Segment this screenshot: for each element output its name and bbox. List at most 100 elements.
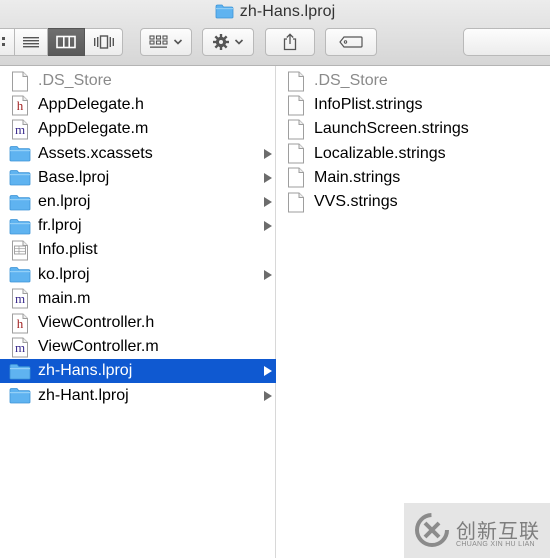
chevron-down-icon [173, 39, 183, 45]
column-view-icon [56, 35, 76, 49]
folder-row[interactable]: zh-Hans.lproj [0, 359, 276, 384]
svg-text:h: h [17, 316, 24, 331]
cover-flow-icon [93, 35, 114, 49]
file-row[interactable]: Info.plist [0, 238, 276, 262]
folder-row[interactable]: fr.lproj [0, 214, 276, 238]
plist-file-icon [8, 240, 32, 261]
file-row[interactable]: .DS_Store [0, 69, 276, 93]
watermark-subtext: CHUANG XIN HU LIAN [456, 541, 535, 548]
file-row[interactable]: LaunchScreen.strings [276, 117, 550, 141]
document-icon [284, 95, 308, 116]
disclosure-arrow-icon [264, 221, 272, 232]
folder-icon [8, 386, 32, 406]
folder-row[interactable]: Assets.xcassets [0, 142, 276, 166]
item-name: en.lproj [38, 193, 91, 210]
svg-text:m: m [15, 122, 25, 137]
source-file-icon: m [8, 288, 32, 309]
header-file-icon: h [8, 313, 32, 333]
file-row[interactable]: Main.strings [276, 166, 550, 190]
document-icon [8, 71, 32, 91]
folder-row[interactable]: en.lproj [0, 190, 276, 214]
folder-icon [215, 4, 234, 18]
folder-icon [8, 144, 32, 164]
cover-flow-view-button[interactable] [85, 28, 123, 56]
folder-icon [8, 192, 32, 212]
list-view-icon [23, 37, 39, 48]
item-name: ViewController.h [38, 314, 155, 331]
item-name: zh-Hans.lproj [38, 362, 133, 380]
share-icon [283, 33, 297, 51]
folder-icon [8, 216, 32, 236]
window-title: zh-Hans.lproj [239, 3, 336, 20]
watermark: 创新互联 CHUANG XIN HU LIAN [404, 503, 550, 558]
source-file-icon: m [8, 119, 32, 140]
disclosure-arrow-icon [264, 172, 272, 183]
share-button[interactable] [265, 28, 315, 56]
document-icon [284, 143, 308, 164]
list-view-button[interactable] [15, 28, 48, 56]
svg-text:h: h [17, 98, 24, 113]
grid-arrange-icon [149, 35, 168, 48]
file-row[interactable]: h ViewController.h [0, 311, 276, 335]
disclosure-arrow-icon [264, 148, 272, 159]
action-button[interactable] [202, 28, 254, 56]
item-name: InfoPlist.strings [314, 96, 423, 114]
item-name: Assets.xcassets [38, 144, 153, 162]
icon-view-icon [1, 37, 5, 46]
folder-row[interactable]: ko.lproj [0, 263, 276, 287]
folder-icon [8, 168, 32, 188]
document-icon [284, 119, 308, 140]
file-row[interactable]: m AppDelegate.m [0, 117, 276, 141]
item-name: VVS.strings [314, 193, 398, 210]
file-row[interactable]: Localizable.strings [276, 142, 550, 166]
watermark-logo-icon [415, 513, 449, 547]
watermark-text: 创新互联 [456, 521, 540, 543]
document-icon [284, 192, 308, 212]
file-column-1[interactable]: .DS_Storeh AppDelegate.h m AppDelegate.m Ass… [0, 66, 276, 558]
folder-row[interactable]: zh-Hant.lproj [0, 384, 276, 408]
item-name: main.m [38, 289, 91, 307]
item-name: Localizable.strings [314, 144, 446, 162]
file-row[interactable]: InfoPlist.strings [276, 93, 550, 117]
document-icon [284, 167, 308, 188]
item-name: ko.lproj [38, 265, 90, 283]
document-icon [284, 71, 308, 91]
tag-button[interactable] [325, 28, 377, 56]
tag-icon [339, 36, 363, 48]
file-column-2[interactable]: .DS_Store InfoPlist.strings LaunchScreen.s… [276, 66, 550, 558]
item-name: AppDelegate.m [38, 120, 149, 138]
window-titlebar: zh-Hans.lproj [0, 0, 550, 66]
disclosure-arrow-icon [264, 269, 272, 280]
disclosure-arrow-icon [264, 366, 272, 377]
disclosure-arrow-icon [264, 390, 272, 401]
file-row[interactable]: m main.m [0, 287, 276, 311]
search-field[interactable] [463, 28, 550, 56]
item-name: Base.lproj [38, 168, 110, 186]
source-file-icon: m [8, 337, 32, 358]
window-title-group: zh-Hans.lproj [0, 0, 550, 24]
item-name: Main.strings [314, 168, 401, 186]
svg-text:m: m [15, 291, 25, 306]
item-name: Info.plist [38, 241, 98, 259]
file-row[interactable]: VVS.strings [276, 190, 550, 214]
item-name: zh-Hant.lproj [38, 386, 129, 404]
file-row[interactable]: h AppDelegate.h [0, 93, 276, 117]
item-name: fr.lproj [38, 217, 82, 235]
disclosure-arrow-icon [264, 197, 272, 207]
file-row[interactable]: .DS_Store [276, 69, 550, 93]
item-name: .DS_Store [38, 72, 112, 89]
header-file-icon: h [8, 95, 32, 116]
item-name: AppDelegate.h [38, 96, 144, 114]
folder-icon [8, 361, 32, 381]
item-name: .DS_Store [314, 72, 388, 89]
gear-icon [213, 34, 229, 50]
svg-text:m: m [15, 340, 25, 355]
folder-row[interactable]: Base.lproj [0, 166, 276, 190]
item-name: ViewController.m [38, 338, 159, 356]
file-row[interactable]: m ViewController.m [0, 335, 276, 359]
item-name: LaunchScreen.strings [314, 120, 469, 138]
folder-icon [8, 265, 32, 285]
column-view-button[interactable] [48, 28, 85, 56]
icon-view-button[interactable] [0, 28, 15, 56]
arrange-button[interactable] [140, 28, 192, 56]
